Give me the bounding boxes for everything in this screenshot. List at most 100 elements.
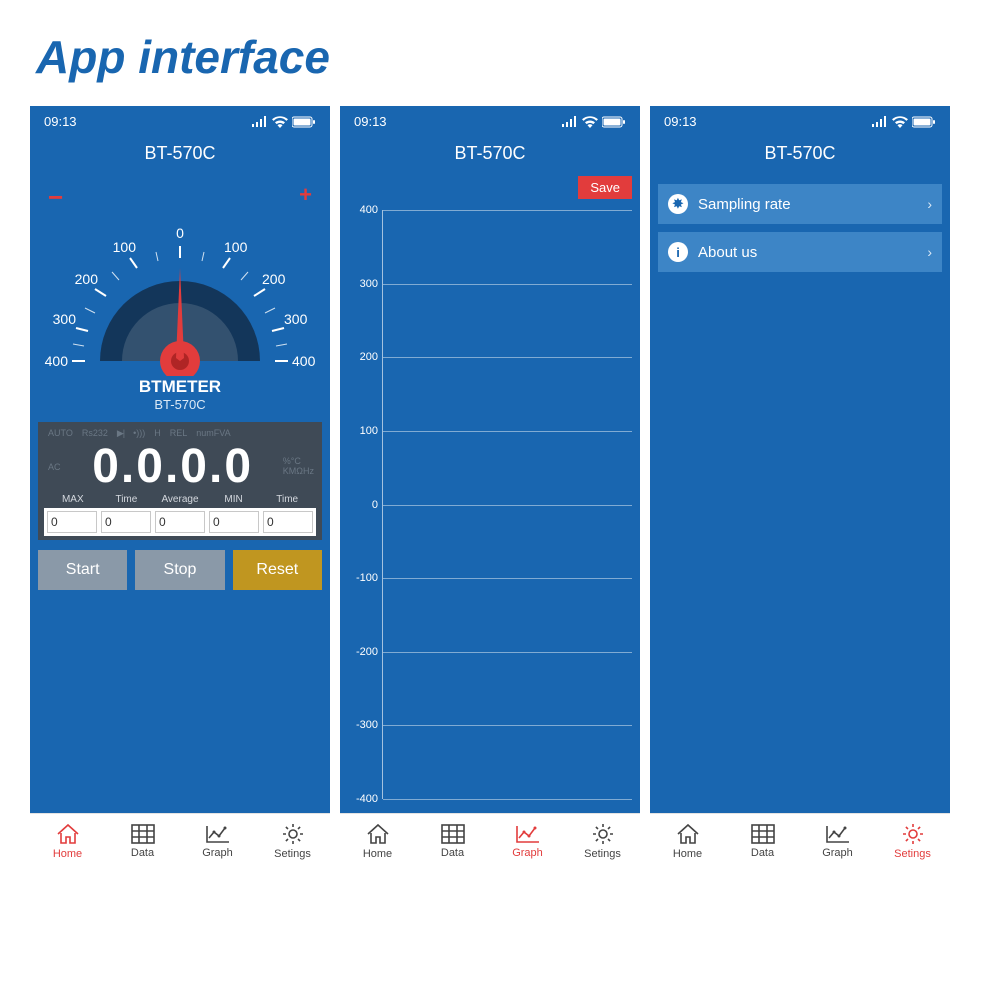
gauge-tick-r3: 300 <box>284 311 308 327</box>
y-tick: -300 <box>348 719 378 731</box>
gauge: − + <box>38 176 322 381</box>
tab-data[interactable]: Data <box>415 814 490 866</box>
page-heading: App interface <box>0 0 1000 106</box>
wifi-icon <box>272 116 288 128</box>
tab-home[interactable]: Home <box>340 814 415 866</box>
graph-grid <box>382 210 632 799</box>
reading-units: %°C KMΩHz <box>281 457 316 477</box>
battery-icon <box>602 116 626 128</box>
wifi-icon <box>892 116 908 128</box>
tab-graph[interactable]: Graph <box>800 814 875 866</box>
tab-graph[interactable]: Graph <box>180 814 255 866</box>
device-title: BT-570C <box>340 133 640 176</box>
graph-icon <box>514 823 542 845</box>
status-time: 09:13 <box>664 114 697 129</box>
stop-button[interactable]: Stop <box>135 550 224 590</box>
tab-label: Graph <box>202 847 233 859</box>
y-tick: -400 <box>348 793 378 805</box>
tab-label: Data <box>441 847 464 859</box>
y-tick: 0 <box>348 499 378 511</box>
settings-item-label: About us <box>698 244 757 261</box>
settings-item-sampling-rate[interactable]: ✸ Sampling rate › <box>658 184 942 224</box>
stat-label-max: MAX <box>46 494 100 505</box>
gear-icon <box>281 822 305 846</box>
wifi-icon <box>582 116 598 128</box>
battery-icon <box>912 116 936 128</box>
graph-y-axis: 400 300 200 100 0 -100 -200 -300 -400 <box>348 204 378 805</box>
stat-input-time2[interactable] <box>263 511 313 533</box>
tab-home[interactable]: Home <box>650 814 725 866</box>
grid-icon <box>750 823 776 845</box>
gear-icon <box>591 822 615 846</box>
status-time: 09:13 <box>44 114 77 129</box>
signal-icon <box>252 116 268 127</box>
grid-icon <box>440 823 466 845</box>
sampling-icon: ✸ <box>668 194 688 214</box>
tabbar: Home Data Graph Setings <box>650 813 950 866</box>
y-tick: 100 <box>348 425 378 437</box>
battery-icon <box>292 116 316 128</box>
status-icons <box>872 116 936 128</box>
y-tick: -200 <box>348 646 378 658</box>
flag-ac: AC <box>44 462 65 472</box>
tab-data[interactable]: Data <box>105 814 180 866</box>
stat-input-time1[interactable] <box>101 511 151 533</box>
grid-icon <box>130 823 156 845</box>
stat-input-avg[interactable] <box>155 511 205 533</box>
gauge-plus-icon: + <box>299 182 312 208</box>
tabbar: Home Data Graph Setings <box>340 813 640 866</box>
y-tick: -100 <box>348 572 378 584</box>
phone-row: 09:13 BT-570C − + <box>0 106 1000 866</box>
tab-settings[interactable]: Setings <box>255 814 330 866</box>
device-title: BT-570C <box>30 133 330 176</box>
flag-numfva: numFVA <box>196 428 230 439</box>
tab-label: Setings <box>584 848 621 860</box>
stat-label-avg: Average <box>153 494 207 505</box>
stat-labels: MAX Time Average MIN Time <box>44 494 316 508</box>
status-icons <box>252 116 316 128</box>
save-button[interactable]: Save <box>578 176 632 199</box>
tab-label: Graph <box>822 847 853 859</box>
settings-item-about[interactable]: i About us › <box>658 232 942 272</box>
y-tick: 300 <box>348 278 378 290</box>
y-tick: 200 <box>348 351 378 363</box>
reset-button[interactable]: Reset <box>233 550 322 590</box>
reading-main: 0.0.0.0 <box>65 439 281 494</box>
tab-graph[interactable]: Graph <box>490 814 565 866</box>
start-button[interactable]: Start <box>38 550 127 590</box>
meter-model: BT-570C <box>30 397 330 412</box>
stat-inputs <box>44 508 316 536</box>
status-bar: 09:13 <box>30 106 330 133</box>
graph-icon <box>204 823 232 845</box>
tabbar: Home Data Graph Setings <box>30 813 330 866</box>
info-icon: i <box>668 242 688 262</box>
gauge-tick-r1: 100 <box>224 239 248 255</box>
tab-label: Data <box>131 847 154 859</box>
chevron-right-icon: › <box>927 196 932 212</box>
flag-diode-icon: ▶| <box>117 428 124 439</box>
status-time: 09:13 <box>354 114 387 129</box>
tab-label: Setings <box>894 848 931 860</box>
stat-label-time2: Time <box>260 494 314 505</box>
tab-home[interactable]: Home <box>30 814 105 866</box>
stat-input-max[interactable] <box>47 511 97 533</box>
signal-icon <box>562 116 578 127</box>
flag-hold: H <box>154 428 161 439</box>
reading-panel: AUTO Rs232 ▶| •))) H REL numFVA AC 0.0.0… <box>38 422 322 540</box>
tab-label: Data <box>751 847 774 859</box>
flag-rel: REL <box>170 428 188 439</box>
tab-data[interactable]: Data <box>725 814 800 866</box>
gear-icon <box>901 822 925 846</box>
status-bar: 09:13 <box>340 106 640 133</box>
gauge-tick-0: 0 <box>176 225 184 241</box>
gauge-tick-r4: 400 <box>292 353 316 369</box>
stat-input-min[interactable] <box>209 511 259 533</box>
tab-label: Setings <box>274 848 311 860</box>
tab-settings[interactable]: Setings <box>875 814 950 866</box>
tab-settings[interactable]: Setings <box>565 814 640 866</box>
settings-item-label: Sampling rate <box>698 196 791 213</box>
tab-label: Home <box>363 848 392 860</box>
stat-label-time1: Time <box>100 494 154 505</box>
y-tick: 400 <box>348 204 378 216</box>
gauge-dial: 0 100 100 200 200 300 300 400 400 <box>40 176 320 376</box>
